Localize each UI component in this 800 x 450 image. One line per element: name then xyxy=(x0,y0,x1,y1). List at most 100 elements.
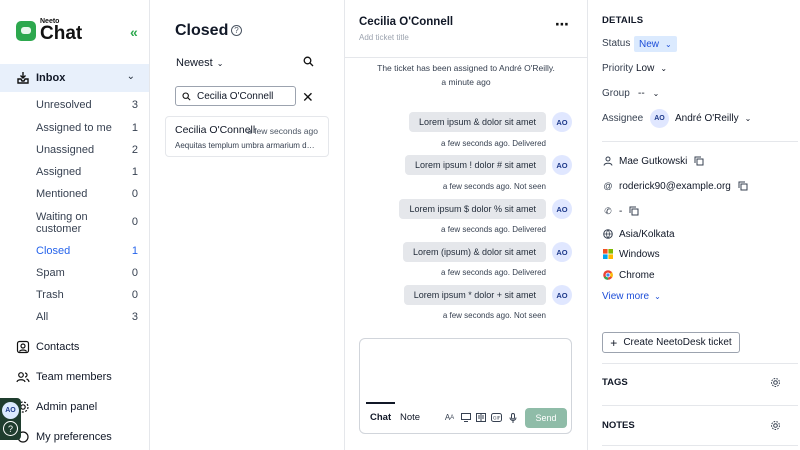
gif-icon[interactable]: GIF xyxy=(491,412,502,423)
message-status: a few seconds ago. Delivered xyxy=(441,139,546,148)
send-button[interactable]: Send xyxy=(525,408,567,428)
chevron-down-icon: ⌄ xyxy=(126,71,135,82)
message-bubble: Lorem ipsum ! dolor # sit amet xyxy=(404,155,546,175)
user-avatar[interactable]: AO xyxy=(2,402,19,419)
sidebar-item-closed[interactable]: Closed 1 xyxy=(36,245,138,257)
contact-phone-row: ✆ - xyxy=(602,205,639,217)
more-options-icon[interactable]: ⋯ xyxy=(555,16,569,33)
message-bubble: Lorem ipsum $ dolor % sit amet xyxy=(399,199,546,219)
sidebar-item-assigned-to-me[interactable]: Assigned to me 1 xyxy=(36,122,138,134)
chevron-down-icon: ⌄ xyxy=(652,89,660,98)
group-dropdown[interactable]: -- ⌄ xyxy=(638,88,659,99)
knowledge-base-icon[interactable] xyxy=(475,412,486,423)
contacts-icon xyxy=(16,340,30,354)
assignee-dropdown[interactable]: André O'Reilly ⌄ xyxy=(675,113,751,124)
search-icon[interactable] xyxy=(303,56,314,67)
nav-admin-panel[interactable]: Admin panel xyxy=(16,400,97,414)
message-composer[interactable]: Chat Note AA GIF Send xyxy=(359,338,572,434)
divider xyxy=(602,141,798,142)
nav-team-members-label: Team members xyxy=(36,371,112,383)
conversation-preview: Aequitas templum umbra armarium debitis xyxy=(175,141,319,150)
inbox-icon xyxy=(17,72,29,84)
help-icon[interactable]: ? xyxy=(3,421,18,436)
status-dropdown[interactable]: New ⌄ xyxy=(634,36,677,52)
nav-admin-panel-label: Admin panel xyxy=(36,401,98,413)
sort-dropdown[interactable]: Newest ⌄ xyxy=(176,57,223,69)
copy-icon[interactable] xyxy=(694,156,704,166)
conversation-header: Cecilia O'Connell Add ticket title ⋯ xyxy=(345,0,587,58)
windows-icon xyxy=(602,248,614,260)
view-more-link[interactable]: View more ⌄ xyxy=(602,291,661,302)
chevron-down-icon: ⌄ xyxy=(216,59,224,68)
divider xyxy=(602,445,798,446)
gear-icon[interactable] xyxy=(770,420,781,431)
page-title: Closed xyxy=(175,22,229,39)
nav-team-members[interactable]: Team members xyxy=(16,370,112,384)
conversation-list-item[interactable]: Cecilia O'Connell a few seconds ago Aequ… xyxy=(165,116,329,157)
search-field-icon xyxy=(182,91,191,101)
sidebar-item-all[interactable]: All 3 xyxy=(36,311,138,323)
app-logo[interactable]: Neeto Chat xyxy=(16,18,82,43)
nav-my-preferences-label: My preferences xyxy=(36,431,112,443)
divider xyxy=(602,363,798,364)
collapse-sidebar-button[interactable]: « xyxy=(130,24,138,40)
create-neetodesk-ticket-button[interactable]: + Create NeetoDesk ticket xyxy=(602,332,740,353)
message-avatar: AO xyxy=(552,285,572,305)
search-input[interactable]: Cecilia O'Connell xyxy=(175,86,296,106)
message-avatar: AO xyxy=(552,199,572,219)
clear-search-icon[interactable]: ✕ xyxy=(302,89,314,106)
tab-note[interactable]: Note xyxy=(400,412,420,423)
system-message: The ticket has been assigned to André O'… xyxy=(377,63,555,73)
sort-label: Newest xyxy=(176,57,213,69)
contact-name-row: Mae Gutkowski xyxy=(602,155,704,167)
message-bubble: Lorem ipsum * dolor + sit amet xyxy=(403,285,546,305)
sidebar-item-unassigned[interactable]: Unassigned 2 xyxy=(36,144,138,156)
contact-phone: - xyxy=(619,205,623,217)
contact-email: roderick90@example.org xyxy=(619,180,731,192)
screen-icon[interactable] xyxy=(460,412,471,423)
status-value: New xyxy=(639,38,660,50)
sidebar-item-assigned[interactable]: Assigned 1 xyxy=(36,166,138,178)
svg-text:GIF: GIF xyxy=(493,416,501,422)
sidebar-item-waiting-on-customer[interactable]: Waiting on customer 0 xyxy=(36,211,138,235)
sidebar-item-mentioned[interactable]: Mentioned 0 xyxy=(36,188,138,200)
text-format-icon[interactable]: AA xyxy=(444,412,455,423)
gear-icon[interactable] xyxy=(770,377,781,388)
sidebar-item-unresolved[interactable]: Unresolved 3 xyxy=(36,99,138,111)
copy-icon[interactable] xyxy=(738,181,748,191)
message-avatar: AO xyxy=(552,112,572,132)
chevron-down-icon: ⌄ xyxy=(660,64,668,73)
copy-icon[interactable] xyxy=(629,206,639,216)
microphone-icon[interactable] xyxy=(507,412,518,423)
chevron-down-icon: ⌄ xyxy=(654,292,661,301)
chevron-down-icon: ⌄ xyxy=(665,39,672,49)
plus-icon: + xyxy=(610,335,618,350)
sidebar: Neeto Chat « Inbox ⌄ Unresolved 3 Assigne… xyxy=(0,0,150,450)
conversation-time: a few seconds ago xyxy=(247,126,318,136)
nav-contacts[interactable]: Contacts xyxy=(16,340,79,354)
inbox-label: Inbox xyxy=(36,72,66,84)
tab-chat[interactable]: Chat xyxy=(370,412,391,423)
message-status: a few seconds ago. Not seen xyxy=(442,182,546,191)
notes-title: NOTES xyxy=(602,420,635,431)
tags-title: TAGS xyxy=(602,377,628,388)
sidebar-item-trash[interactable]: Trash 0 xyxy=(36,289,138,301)
nav-my-preferences[interactable]: My preferences xyxy=(16,430,112,444)
system-message-time: a minute ago xyxy=(441,77,491,87)
details-title: DETAILS xyxy=(602,15,644,26)
inbox-menu[interactable]: Inbox ⌄ xyxy=(0,64,149,92)
nav-contacts-label: Contacts xyxy=(36,341,80,353)
search-input-value: Cecilia O'Connell xyxy=(197,90,274,102)
assignee-label: Assignee xyxy=(602,113,644,124)
message-bubble: Lorem (ipsum) & dolor sit amet xyxy=(402,242,546,262)
add-ticket-title[interactable]: Add ticket title xyxy=(359,33,409,42)
team-icon xyxy=(16,372,30,383)
priority-dropdown[interactable]: Low ⌄ xyxy=(636,63,667,74)
conversation-panel: Cecilia O'Connell Add ticket title ⋯ The… xyxy=(345,0,588,450)
logo-big-text: Chat xyxy=(40,23,83,44)
group-value: -- xyxy=(638,88,645,99)
info-help-icon[interactable]: ? xyxy=(231,25,242,36)
sidebar-item-spam[interactable]: Spam 0 xyxy=(36,267,138,279)
timezone-value: Asia/Kolkata xyxy=(619,228,675,240)
details-panel: DETAILS Status New ⌄ Priority Low ⌄ Group … xyxy=(588,0,800,450)
